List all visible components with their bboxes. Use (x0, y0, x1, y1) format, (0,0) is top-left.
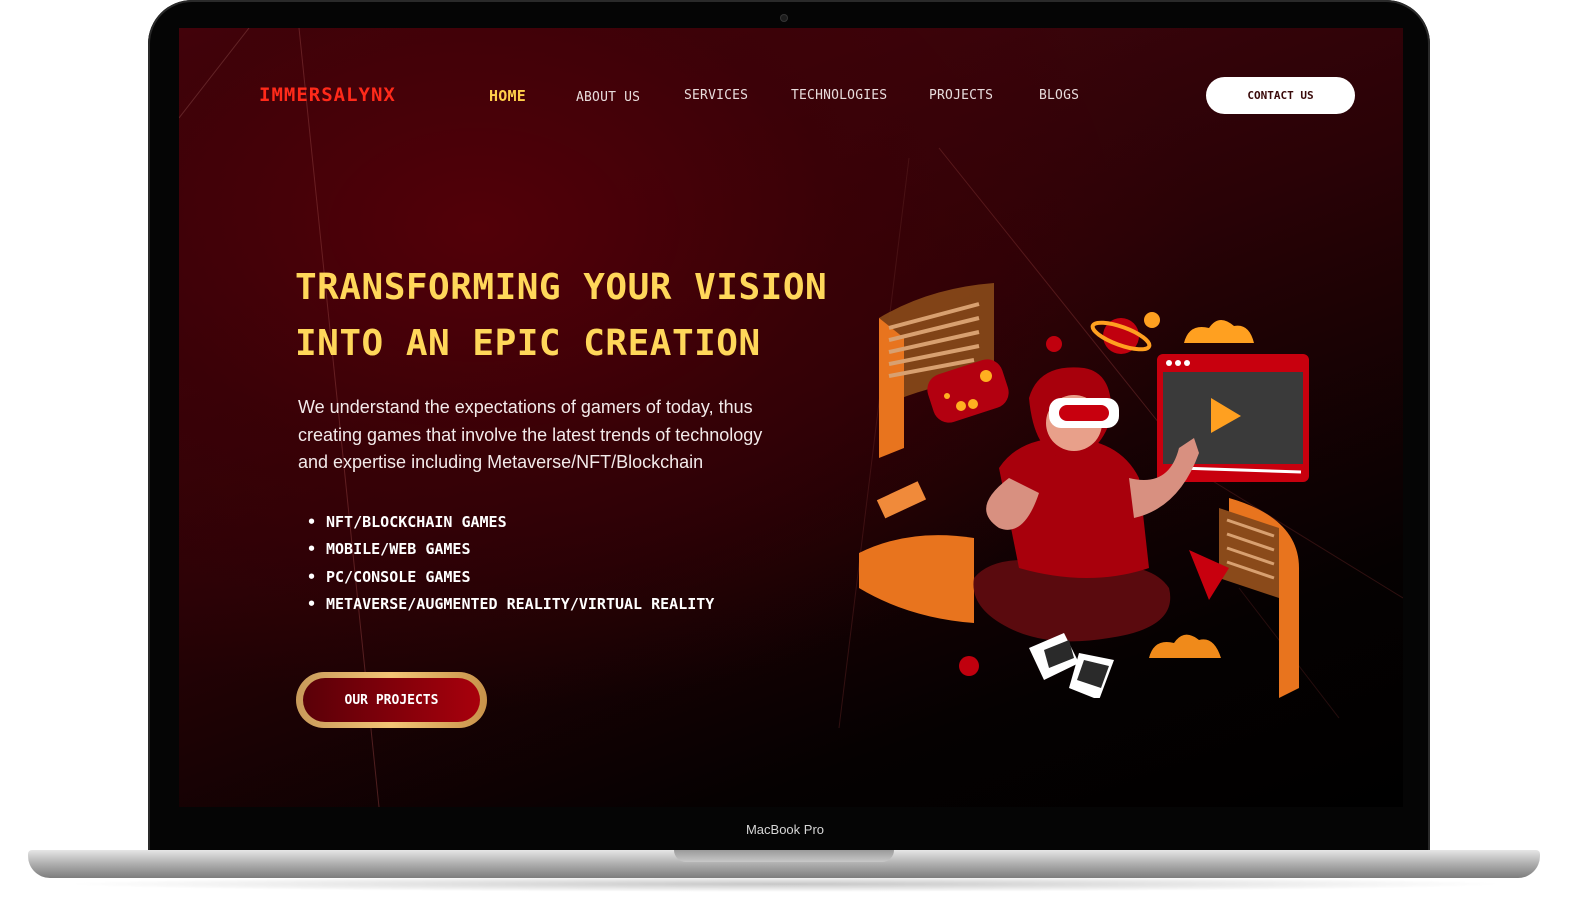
list-item-label: METAVERSE/AUGMENTED REALITY/VIRTUAL REAL… (326, 594, 715, 613)
planet-icon (1090, 318, 1152, 354)
nav-blogs[interactable]: BLOGS (1039, 88, 1079, 103)
list-item: • MOBILE/WEB GAMES (307, 536, 714, 563)
hero-title: TRANSFORMING YOUR VISION INTO AN EPIC CR… (295, 260, 855, 372)
contact-us-button[interactable]: CONTACT US (1206, 77, 1355, 114)
cloud-icon (1184, 319, 1254, 343)
bullet-icon: • (307, 513, 317, 531)
hero-description-line: creating games that involve the latest t… (298, 424, 763, 445)
nav-services[interactable]: SERVICES (684, 88, 748, 103)
nav-about-us[interactable]: ABOUT US (576, 90, 640, 105)
floating-strip-icon (876, 481, 927, 519)
laptop-base-notch (674, 850, 894, 862)
bullet-icon: • (307, 567, 317, 586)
nav-projects[interactable]: PROJECTS (929, 88, 993, 103)
website-screen: IMMERSALYNX HOME ABOUT US SERVICES TECHN… (179, 28, 1403, 807)
orb-icon (1144, 312, 1160, 328)
hero-title-line-2: INTO AN EPIC CREATION (295, 323, 761, 364)
device-label: MacBook Pro (745, 822, 825, 837)
hero-title-line-1: TRANSFORMING YOUR VISION (295, 267, 828, 308)
nav-technologies[interactable]: TECHNOLOGIES (791, 88, 887, 103)
game-types-list: • NFT/BLOCKCHAIN GAMES • MOBILE/WEB GAMES … (307, 509, 714, 618)
hero-description: We understand the expectations of gamers… (298, 394, 818, 477)
bullet-icon: • (307, 594, 317, 613)
our-projects-button[interactable]: OUR PROJECTS (296, 672, 487, 728)
hero-description-line: We understand the expectations of gamers… (298, 397, 753, 417)
orange-band-icon (859, 535, 974, 623)
nav-home[interactable]: HOME (489, 87, 526, 105)
orb-icon (959, 656, 979, 676)
stage: MacBook Pro IMMERSALYNX HOME ABOUT US SE… (0, 0, 1592, 914)
orb-icon (1046, 336, 1062, 352)
list-item-label: PC/CONSOLE GAMES (326, 567, 471, 586)
hero-description-line: and expertise including Metaverse/NFT/Bl… (298, 452, 704, 472)
list-item-label: MOBILE/WEB GAMES (326, 540, 471, 559)
laptop-shadow (60, 876, 1510, 892)
bullet-icon: • (307, 540, 317, 559)
list-item: • NFT/BLOCKCHAIN GAMES (307, 509, 714, 536)
cloud-icon (1149, 634, 1221, 658)
list-item: • PC/CONSOLE GAMES (307, 564, 714, 591)
hologram-panel-right-icon (1219, 498, 1299, 698)
camera-icon (780, 14, 788, 22)
list-item: • METAVERSE/AUGMENTED REALITY/VIRTUAL REA… (307, 591, 714, 618)
site-logo[interactable]: IMMERSALYNX (259, 84, 396, 106)
list-item-label: NFT/BLOCKCHAIN GAMES (326, 513, 507, 531)
our-projects-button-label: OUR PROJECTS (303, 678, 480, 722)
gamer-illustration (859, 283, 1309, 698)
